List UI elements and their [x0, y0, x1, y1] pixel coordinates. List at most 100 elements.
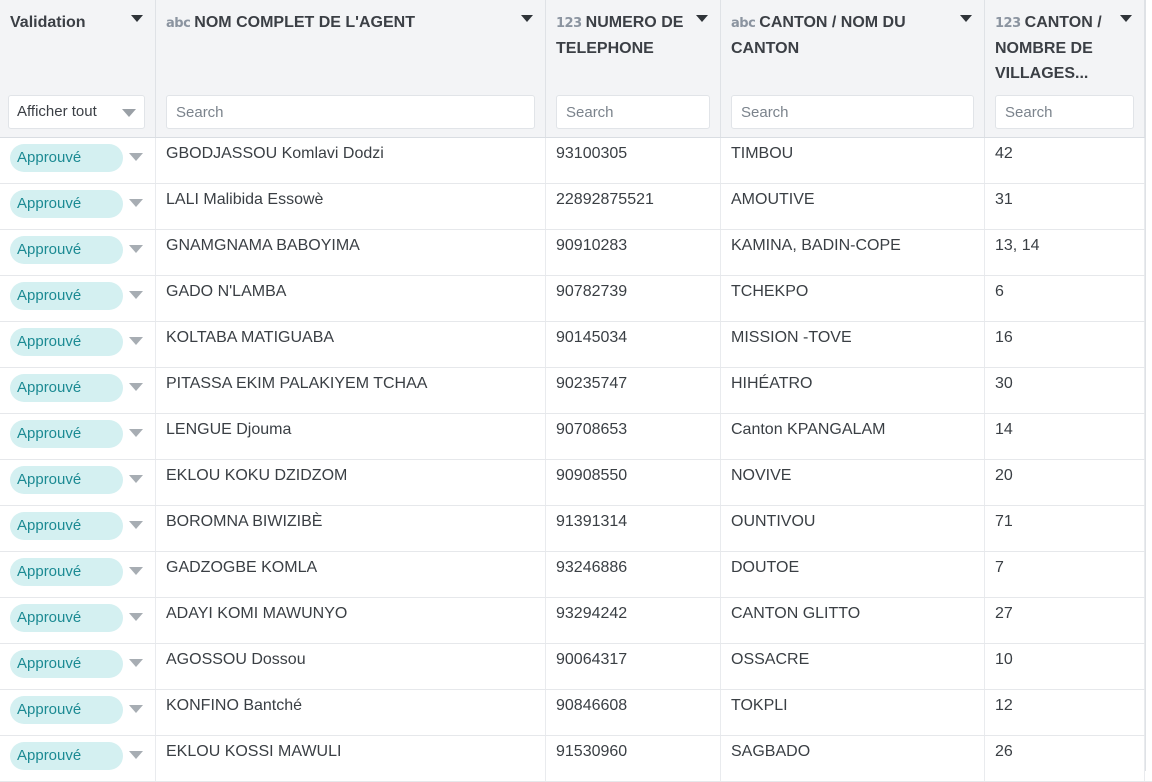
status-badge[interactable]: Approuvé [10, 420, 123, 448]
validation-filter-select[interactable]: Afficher tout [8, 95, 145, 129]
status-badge[interactable]: Approuvé [10, 466, 123, 494]
canton-cell: TOKPLI [721, 690, 985, 735]
validation-cell: Approuvé [0, 322, 156, 367]
chevron-down-icon[interactable] [129, 659, 143, 667]
chevron-down-icon[interactable] [129, 521, 143, 529]
villages-cell: 26 [985, 736, 1145, 781]
villages-cell: 12 [985, 690, 1145, 735]
table-row[interactable]: Approuvé BOROMNA BIWIZIBÈ 91391314 OUNTI… [0, 506, 1152, 552]
status-badge[interactable]: Approuvé [10, 190, 123, 218]
telephone-cell: 90708653 [546, 414, 721, 459]
chevron-down-icon[interactable] [129, 429, 143, 437]
agent-name-cell: EKLOU KOSSI MAWULI [156, 736, 546, 781]
table-row[interactable]: Approuvé KOLTABA MATIGUABA 90145034 MISS… [0, 322, 1152, 368]
canton-cell: AMOUTIVE [721, 184, 985, 229]
chevron-down-icon[interactable] [129, 567, 143, 575]
chevron-down-icon[interactable] [129, 613, 143, 621]
validation-cell: Approuvé [0, 552, 156, 597]
column-menu-canton-icon[interactable] [960, 15, 972, 22]
column-title-validation: Validation [10, 14, 86, 31]
status-badge[interactable]: Approuvé [10, 144, 123, 172]
status-badge[interactable]: Approuvé [10, 236, 123, 264]
column-menu-nom-icon[interactable] [521, 15, 533, 22]
status-badge[interactable]: Approuvé [10, 328, 123, 356]
column-menu-validation-icon[interactable] [131, 15, 143, 22]
search-input-villages[interactable] [995, 95, 1134, 129]
search-input-canton[interactable] [731, 95, 974, 129]
table-row[interactable]: Approuvé EKLOU KOSSI MAWULI 91530960 SAG… [0, 736, 1152, 782]
table-row[interactable]: Approuvé LALI Malibida Essowè 2289287552… [0, 184, 1152, 230]
villages-cell: 13, 14 [985, 230, 1145, 275]
validation-cell: Approuvé [0, 598, 156, 643]
agent-name-cell: ADAYI KOMI MAWUNYO [156, 598, 546, 643]
validation-cell: Approuvé [0, 736, 156, 781]
table-header: Validation Afficher tout abc NOM COMPLET … [0, 0, 1152, 138]
text-type-icon: abc [166, 16, 191, 31]
status-badge[interactable]: Approuvé [10, 650, 123, 678]
table-row[interactable]: Approuvé GBODJASSOU Komlavi Dodzi 931003… [0, 138, 1152, 184]
status-badge[interactable]: Approuvé [10, 558, 123, 586]
villages-cell: 16 [985, 322, 1145, 367]
chevron-down-icon[interactable] [129, 245, 143, 253]
chevron-down-icon[interactable] [129, 751, 143, 759]
telephone-cell: 90908550 [546, 460, 721, 505]
telephone-cell: 22892875521 [546, 184, 721, 229]
agent-name-cell: GBODJASSOU Komlavi Dodzi [156, 138, 546, 183]
table-row[interactable]: Approuvé EKLOU KOKU DZIDZOM 90908550 NOV… [0, 460, 1152, 506]
chevron-down-icon[interactable] [129, 705, 143, 713]
chevron-down-icon[interactable] [129, 337, 143, 345]
column-menu-telephone-icon[interactable] [696, 15, 708, 22]
canton-cell: TIMBOU [721, 138, 985, 183]
canton-cell: TCHEKPO [721, 276, 985, 321]
telephone-cell: 93100305 [546, 138, 721, 183]
agent-name-cell: GADZOGBE KOMLA [156, 552, 546, 597]
table-row[interactable]: Approuvé ADAYI KOMI MAWUNYO 93294242 CAN… [0, 598, 1152, 644]
column-header-canton: abc CANTON / NOM DU CANTON [721, 0, 985, 137]
canton-cell: Canton KPANGALAM [721, 414, 985, 459]
column-title-telephone: 123 NUMERO DE TELEPHONE [556, 14, 684, 57]
villages-cell: 7 [985, 552, 1145, 597]
status-badge[interactable]: Approuvé [10, 604, 123, 632]
table-row[interactable]: Approuvé KONFINO Bantché 90846608 TOKPLI… [0, 690, 1152, 736]
table-row[interactable]: Approuvé AGOSSOU Dossou 90064317 OSSACRE… [0, 644, 1152, 690]
status-badge[interactable]: Approuvé [10, 742, 123, 770]
table-row[interactable]: Approuvé GADO N'LAMBA 90782739 TCHEKPO 6 [0, 276, 1152, 322]
canton-cell: HIHÉATRO [721, 368, 985, 413]
table-row[interactable]: Approuvé LENGUE Djouma 90708653 Canton K… [0, 414, 1152, 460]
villages-cell: 27 [985, 598, 1145, 643]
villages-cell: 6 [985, 276, 1145, 321]
status-badge[interactable]: Approuvé [10, 696, 123, 724]
telephone-cell: 90910283 [546, 230, 721, 275]
validation-cell: Approuvé [0, 644, 156, 689]
status-badge[interactable]: Approuvé [10, 282, 123, 310]
telephone-cell: 93246886 [546, 552, 721, 597]
chevron-down-icon[interactable] [129, 475, 143, 483]
chevron-down-icon[interactable] [129, 383, 143, 391]
canton-cell: MISSION -TOVE [721, 322, 985, 367]
search-input-nom[interactable] [166, 95, 535, 129]
chevron-down-icon[interactable] [129, 291, 143, 299]
number-type-icon: 123 [556, 16, 582, 31]
column-header-nom: abc NOM COMPLET DE L'AGENT [156, 0, 546, 137]
villages-cell: 30 [985, 368, 1145, 413]
telephone-cell: 93294242 [546, 598, 721, 643]
telephone-cell: 90782739 [546, 276, 721, 321]
table-row[interactable]: Approuvé GNAMGNAMA BABOYIMA 90910283 KAM… [0, 230, 1152, 276]
villages-cell: 71 [985, 506, 1145, 551]
chevron-down-icon[interactable] [129, 153, 143, 161]
validation-cell: Approuvé [0, 368, 156, 413]
column-menu-villages-icon[interactable] [1120, 15, 1132, 22]
column-divider [1145, 0, 1152, 771]
table-row[interactable]: Approuvé PITASSA EKIM PALAKIYEM TCHAA 90… [0, 368, 1152, 414]
validation-cell: Approuvé [0, 276, 156, 321]
agent-name-cell: AGOSSOU Dossou [156, 644, 546, 689]
chevron-down-icon[interactable] [129, 199, 143, 207]
status-badge[interactable]: Approuvé [10, 512, 123, 540]
validation-cell: Approuvé [0, 506, 156, 551]
canton-cell: SAGBADO [721, 736, 985, 781]
canton-cell: OUNTIVOU [721, 506, 985, 551]
table-row[interactable]: Approuvé GADZOGBE KOMLA 93246886 DOUTOE … [0, 552, 1152, 598]
search-input-telephone[interactable] [556, 95, 710, 129]
villages-cell: 20 [985, 460, 1145, 505]
status-badge[interactable]: Approuvé [10, 374, 123, 402]
